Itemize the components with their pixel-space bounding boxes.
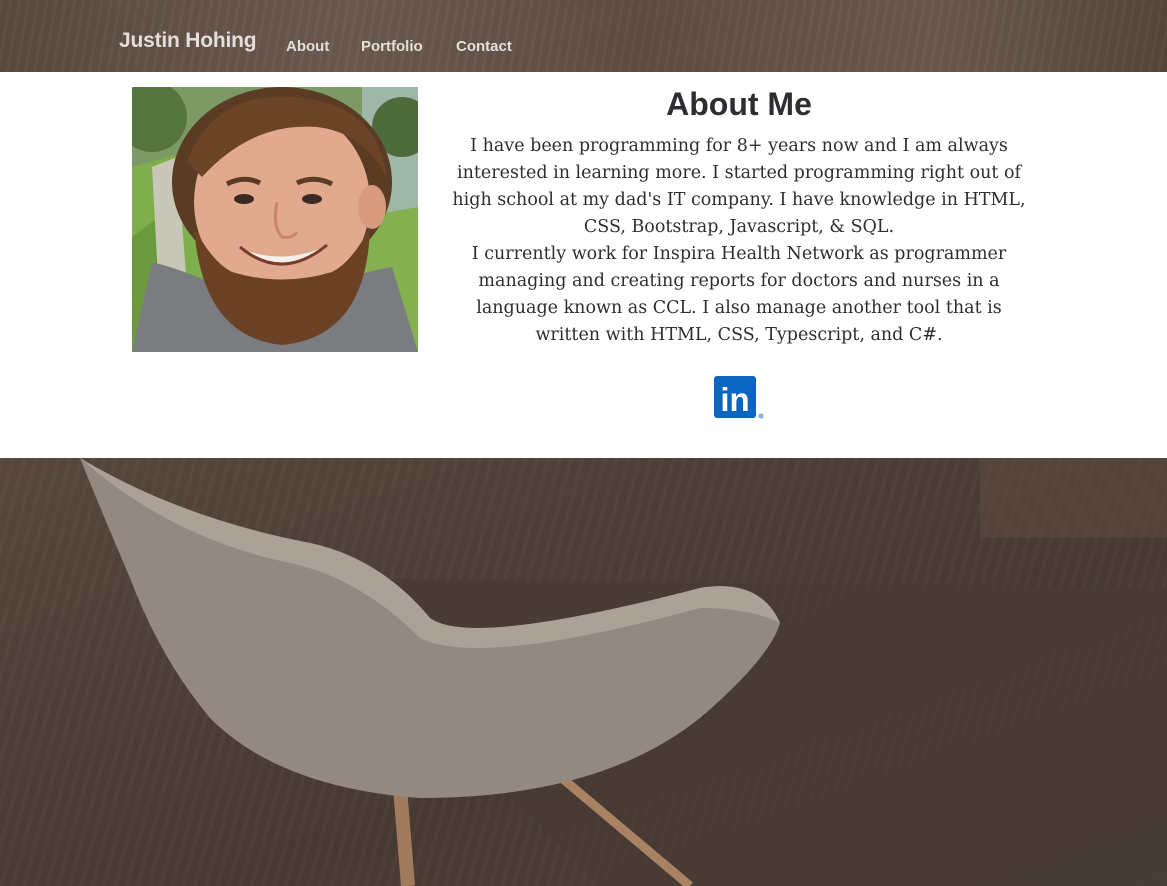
profile-photo-illustration bbox=[132, 87, 418, 352]
linkedin-link[interactable]: in bbox=[713, 376, 765, 420]
top-navbar: Justin Hohing About Portfolio Contact bbox=[0, 0, 1167, 72]
linkedin-icon: in bbox=[714, 376, 764, 419]
profile-photo bbox=[132, 87, 418, 352]
nav-link-contact[interactable]: Contact bbox=[456, 38, 512, 55]
about-paragraph-1: I have been programming for 8+ years now… bbox=[452, 136, 1026, 237]
about-title: About Me bbox=[666, 86, 812, 122]
page: Justin Hohing About Portfolio Contact Ab… bbox=[0, 0, 1167, 886]
about-section: About Me I have been programming for 8+ … bbox=[0, 72, 1167, 458]
about-text: I have been programming for 8+ years now… bbox=[445, 133, 1033, 349]
about-paragraph-2: I currently work for Inspira Health Netw… bbox=[471, 244, 1007, 345]
nav-link-about[interactable]: About bbox=[286, 38, 329, 55]
background-photo bbox=[0, 458, 1167, 886]
nav-link-portfolio[interactable]: Portfolio bbox=[361, 38, 423, 55]
chair-illustration bbox=[80, 458, 1167, 886]
brand-link[interactable]: Justin Hohing bbox=[119, 29, 257, 53]
linkedin-icon-text: in bbox=[720, 381, 749, 418]
